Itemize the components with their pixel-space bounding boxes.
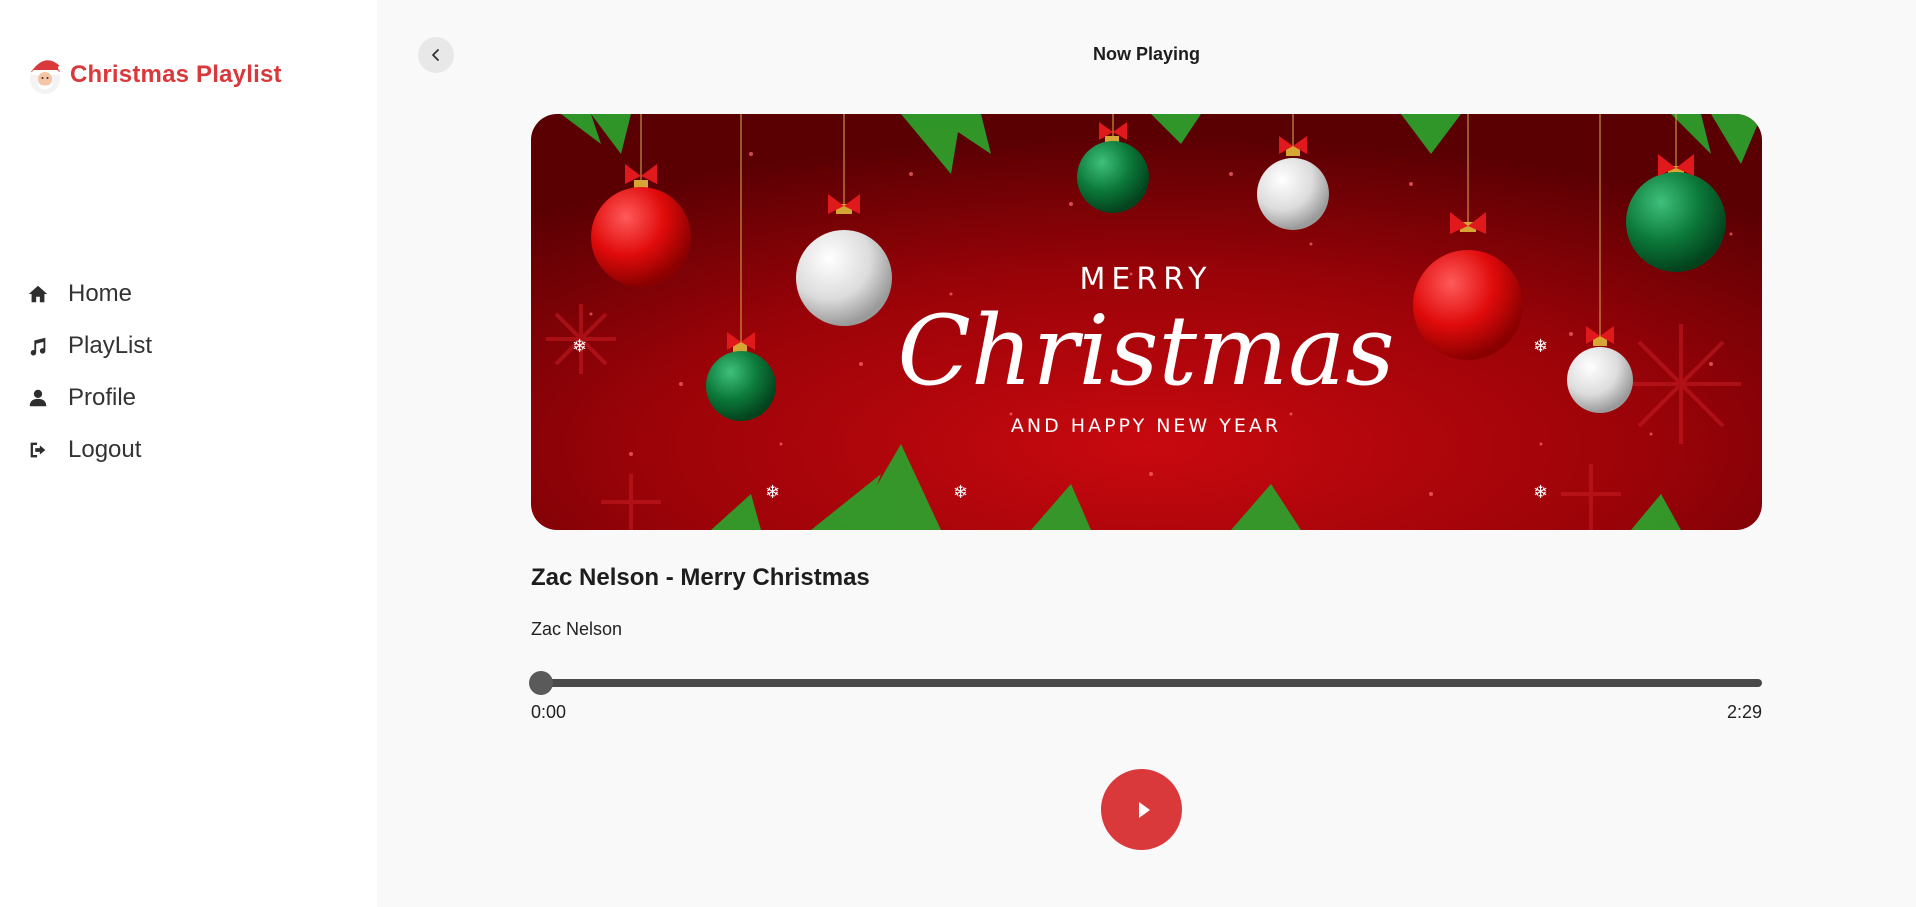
cover-line-merry: MERRY <box>1080 262 1213 297</box>
brand[interactable]: Christmas Playlist <box>24 52 282 98</box>
user-icon <box>26 386 50 410</box>
brand-name: Christmas Playlist <box>70 61 282 88</box>
play-button[interactable] <box>1101 769 1182 850</box>
home-icon <box>26 282 50 306</box>
svg-text:❄: ❄ <box>1533 482 1548 503</box>
page-title: Now Playing <box>1092 44 1200 64</box>
sidebar: Christmas Playlist Home PlayList Profile <box>0 0 377 907</box>
play-icon <box>1138 801 1150 818</box>
progress-slider[interactable] <box>529 671 1762 695</box>
cover-line-newyear: AND HAPPY NEW YEAR <box>1011 415 1281 437</box>
svg-text:❄: ❄ <box>1533 336 1548 357</box>
total-time: 2:29 <box>1727 702 1763 722</box>
sidebar-item-label: Home <box>68 280 133 307</box>
logout-icon <box>26 438 50 462</box>
music-note-icon <box>26 334 50 358</box>
sidebar-item-home[interactable]: Home <box>26 268 152 320</box>
sidebar-item-playlist[interactable]: PlayList <box>26 320 152 372</box>
app-window: Christmas Playlist Home PlayList Profile <box>0 0 1916 907</box>
sidebar-item-label: Logout <box>68 436 142 463</box>
track-title: Zac Nelson - Merry Christmas <box>531 564 870 591</box>
cover-line-christmas: Christmas <box>897 295 1394 407</box>
sidebar-item-label: Profile <box>68 384 137 411</box>
track-artist: Zac Nelson <box>531 619 623 639</box>
album-cover: ❄ ❄ ❄ ❄ ❄ MERRY Christmas AND HAPPY NEW … <box>531 114 1762 530</box>
sidebar-nav: Home PlayList Profile Logout <box>26 268 152 476</box>
svg-text:❄: ❄ <box>765 482 780 503</box>
now-playing-panel: Now Playing ❄ ❄ ❄ ❄ ❄ MERRY Christmas AN… <box>377 0 1916 907</box>
progress-thumb[interactable] <box>529 671 553 695</box>
svg-text:❄: ❄ <box>953 482 968 503</box>
current-time: 0:00 <box>531 702 567 722</box>
santa-icon <box>30 60 64 94</box>
progress-track <box>531 679 1762 687</box>
sidebar-item-label: PlayList <box>68 332 153 359</box>
svg-text:❄: ❄ <box>572 336 587 357</box>
sidebar-item-profile[interactable]: Profile <box>26 372 152 424</box>
sidebar-item-logout[interactable]: Logout <box>26 424 152 476</box>
